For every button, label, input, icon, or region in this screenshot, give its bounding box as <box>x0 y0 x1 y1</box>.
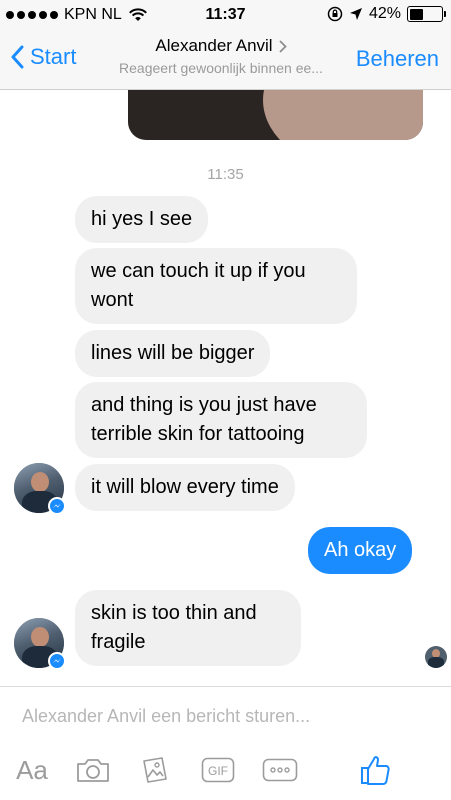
gallery-button[interactable] <box>136 748 174 792</box>
message-bubble[interactable]: skin is too thin and fragile <box>75 590 301 666</box>
manage-button[interactable]: Beheren <box>356 46 439 72</box>
chevron-left-icon <box>11 45 24 69</box>
composer-divider <box>0 686 451 687</box>
messenger-badge-icon <box>48 652 66 670</box>
messenger-badge-icon <box>48 497 66 515</box>
text-button[interactable]: Aa <box>12 748 52 792</box>
battery-level <box>409 8 423 20</box>
location-arrow-icon <box>349 8 362 20</box>
lock-rotation-icon <box>327 6 343 22</box>
more-icon <box>262 758 298 782</box>
contact-name: Alexander Anvil <box>155 36 273 55</box>
message-input[interactable] <box>22 706 422 727</box>
more-options-button[interactable] <box>260 748 300 792</box>
back-button[interactable]: Start <box>10 44 76 70</box>
photo-message[interactable] <box>128 90 423 140</box>
gif-icon: GIF <box>201 757 235 783</box>
gif-label: GIF <box>208 764 228 778</box>
composer-toolbar: Aa GIF <box>0 748 451 792</box>
message-bubble[interactable]: we can touch it up if you wont <box>75 248 357 324</box>
gif-button[interactable]: GIF <box>198 748 238 792</box>
message-bubble[interactable]: and thing is you just have terrible skin… <box>75 382 367 458</box>
message-bubble[interactable]: it will blow every time <box>75 464 295 511</box>
gallery-icon <box>143 757 167 783</box>
response-time-subtitle: Reageert gewoonlijk binnen ee... <box>119 60 323 76</box>
text-button-label: Aa <box>16 754 48 785</box>
sent-message-bubble[interactable]: Ah okay <box>308 527 413 574</box>
navigation-bar: Start Alexander Anvil Reageert gewoonlij… <box>0 30 451 90</box>
status-bar: KPN NL 11:37 42% <box>0 0 451 30</box>
camera-button[interactable] <box>74 748 112 792</box>
status-right: 42% <box>327 5 446 23</box>
seen-indicator-avatar <box>425 646 447 668</box>
battery-percentage: 42% <box>368 5 401 22</box>
chevron-right-icon <box>279 40 287 52</box>
back-label: Start <box>30 44 77 69</box>
camera-icon <box>77 759 109 782</box>
sender-avatar[interactable] <box>14 618 68 672</box>
message-bubble[interactable]: hi yes I see <box>75 196 209 243</box>
like-button[interactable] <box>356 748 396 792</box>
message-bubble[interactable]: lines will be bigger <box>75 330 271 377</box>
sender-avatar[interactable] <box>14 463 68 517</box>
conversation-header[interactable]: Alexander Anvil Reageert gewoonlijk binn… <box>96 36 346 76</box>
message-timestamp: 11:35 <box>207 166 244 183</box>
battery-icon <box>407 6 446 22</box>
thumbs-up-icon <box>361 756 390 785</box>
